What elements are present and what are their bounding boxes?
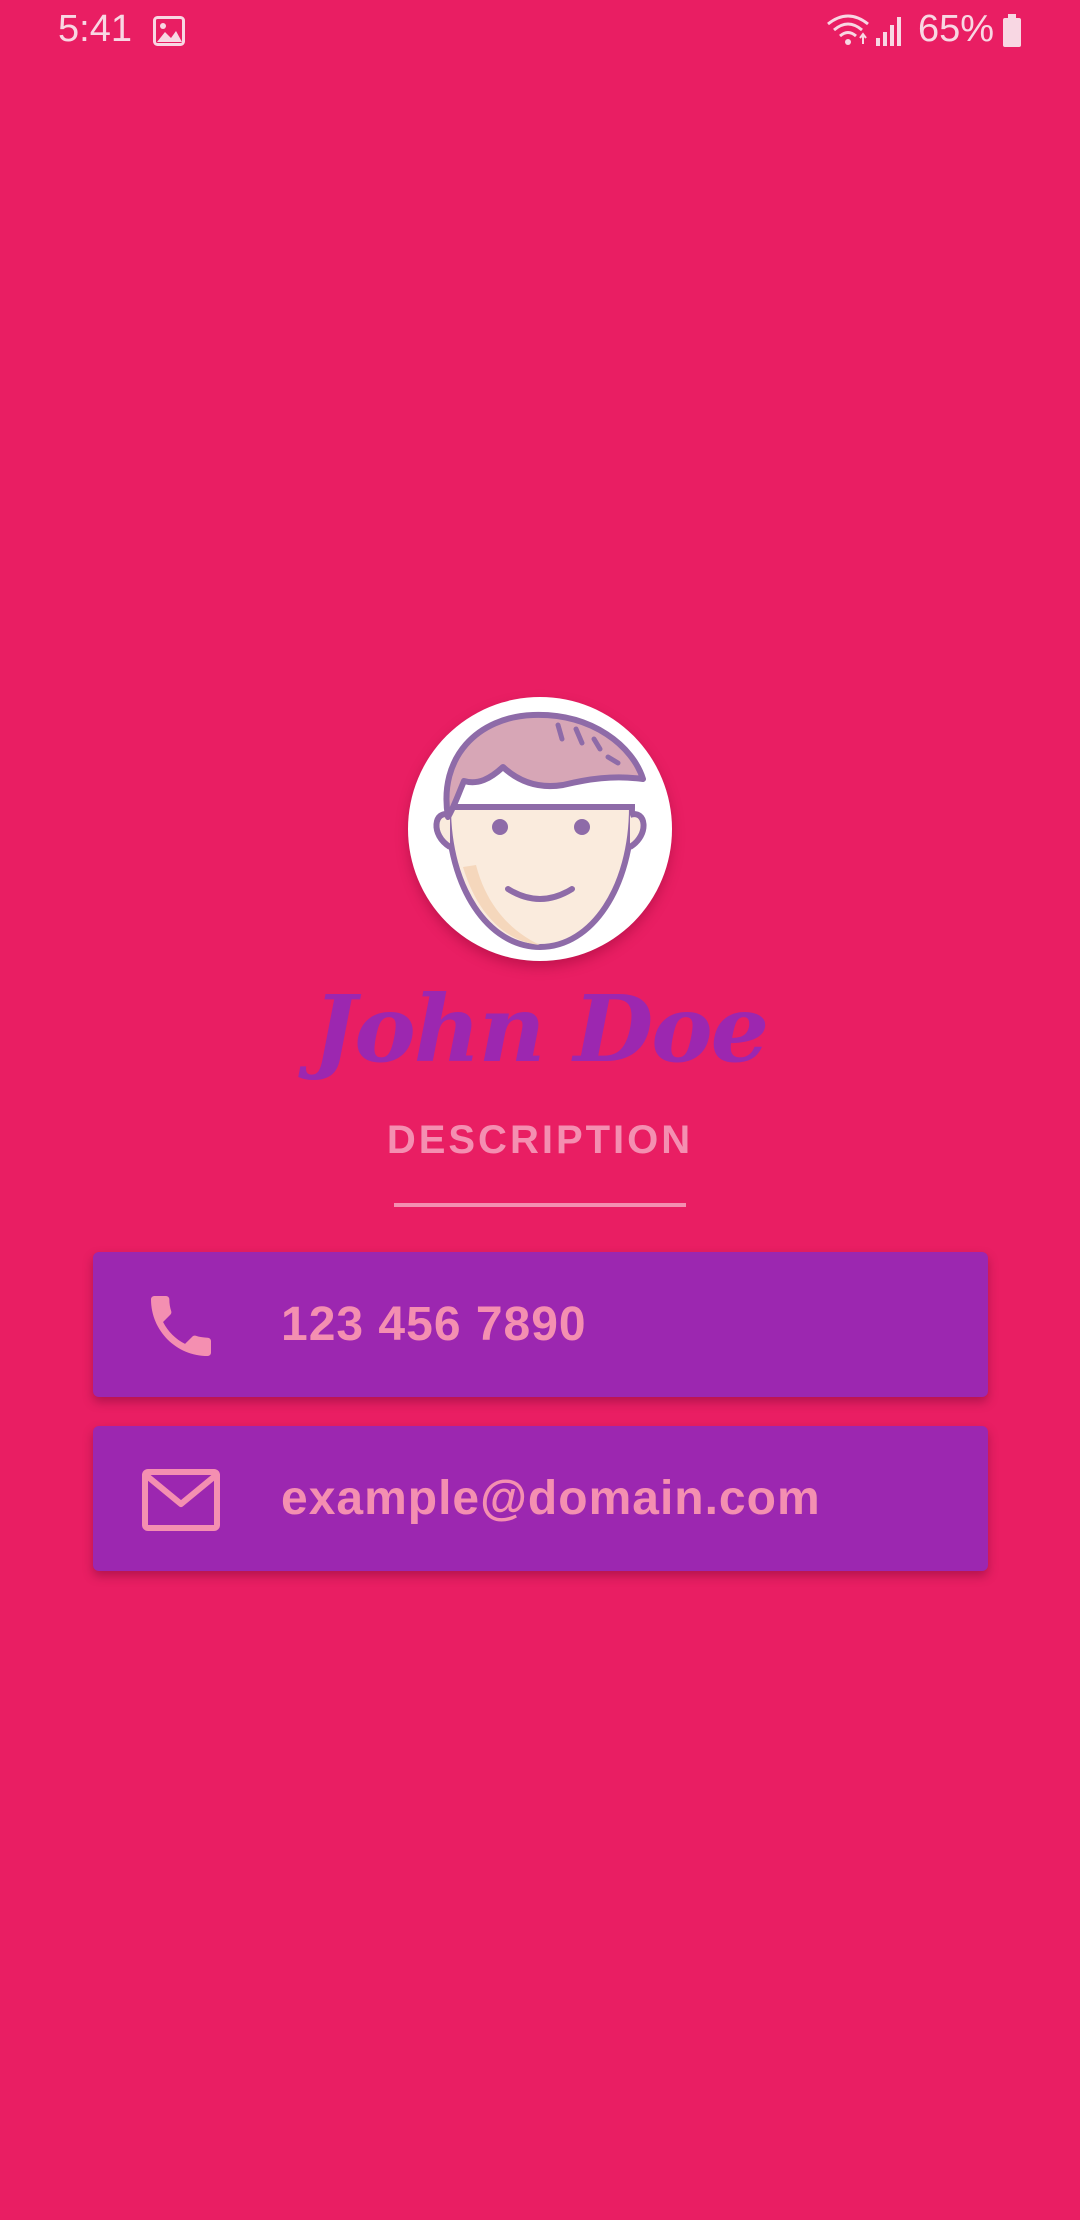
phone-card[interactable]: 123 456 7890 — [93, 1252, 988, 1397]
envelope-icon — [142, 1469, 220, 1531]
status-time: 5:41 — [58, 8, 132, 50]
phone-icon — [151, 1296, 211, 1356]
phone-number: 123 456 7890 — [281, 1298, 587, 1351]
gallery-icon — [153, 16, 185, 46]
battery-percent: 65% — [918, 8, 995, 50]
battery-icon — [1003, 14, 1021, 47]
email-card[interactable]: example@domain.com — [93, 1426, 988, 1571]
status-bar: 5:41 65% — [0, 0, 1080, 64]
profile-description: DESCRIPTION — [386, 1118, 694, 1162]
divider — [394, 1203, 686, 1207]
email-address: example@domain.com — [281, 1472, 821, 1525]
boy-face-avatar-icon — [433, 711, 647, 951]
avatar — [408, 697, 672, 961]
signal-icon — [876, 17, 901, 46]
wifi-icon — [827, 14, 869, 45]
profile-name: John Doe — [312, 975, 769, 1083]
